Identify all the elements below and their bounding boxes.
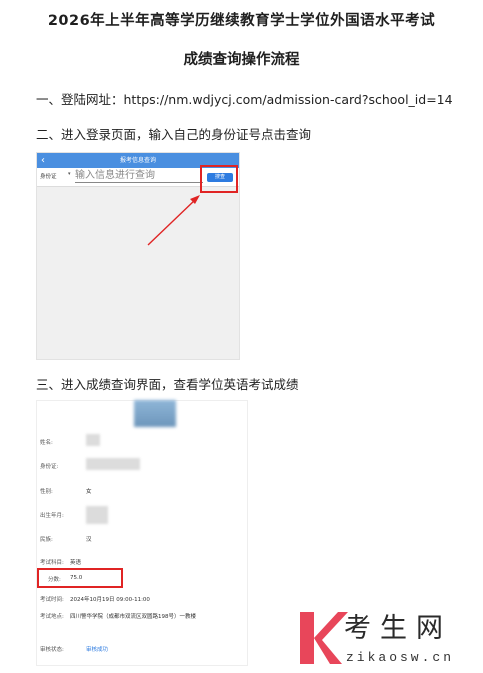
location-label: 考试地点: [40,614,64,620]
time-label: 考试时间: [40,597,64,603]
location-value: 四川警华学院（成都市双流区双圆路198号）一教楼 [70,614,196,620]
id-type-select[interactable]: 身份证 [40,172,57,180]
score-highlight [37,568,123,588]
name-label: 姓名: [40,440,53,446]
ethnic-value: 汉 [86,537,92,543]
status-label: 审核状态: [40,647,64,653]
avatar [134,400,176,427]
watermark-domain: zikaosw.cn [346,650,455,665]
birth-label: 出生年月: [40,513,64,519]
step-2-text: 二、进入登录页面，输入自己的身份证号点击查询 [36,127,312,142]
name-redacted [86,434,100,446]
time-value: 2024年10月19日 09:00-11:00 [70,597,150,603]
gender-value: 女 [86,489,92,495]
chevron-down-icon: ▾ [68,171,71,177]
gender-label: 性别: [40,489,53,495]
status-value: 审核成功 [86,647,109,653]
ethnic-label: 民族: [40,537,53,543]
watermark-logo-icon [300,612,348,664]
step-3-text: 三、进入成绩查询界面，查看学位英语考试成绩 [36,377,299,392]
watermark-brand: 考生网 [344,613,452,644]
result-page-screenshot [36,400,248,666]
doc-title: 2026年上半年高等学历继续教育学士学位外国语水平考试 [47,13,436,29]
subject-label: 考试科目: [40,560,64,566]
id-label: 身份证: [40,464,59,470]
step-1-text: 一、登陆网址：https://nm.wdjycj.com/admission-c… [36,92,453,107]
doc-subtitle: 成绩查询操作流程 [183,52,300,68]
id-redacted [86,458,140,470]
subject-value: 英语 [70,560,82,566]
birth-redacted [86,506,108,524]
id-number-input[interactable]: 输入信息进行查询 [75,170,203,183]
pointer-arrow-icon [147,195,200,246]
